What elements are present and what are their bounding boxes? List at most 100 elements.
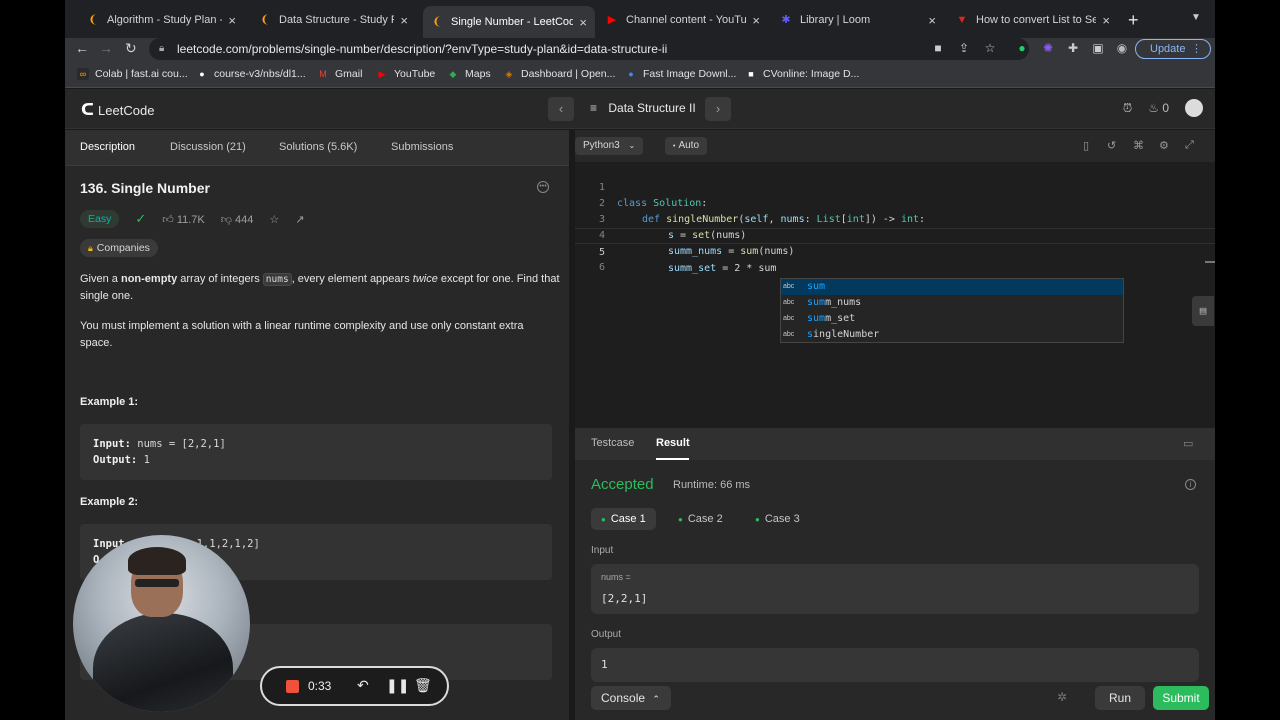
back-icon[interactable]: ← <box>75 40 89 56</box>
favorite-star-icon[interactable]: ☆ <box>269 213 279 226</box>
case-3-button[interactable]: ● Case 3 <box>745 508 810 530</box>
tab-loom-library[interactable]: ✱ Library | Loom × <box>772 6 944 34</box>
close-icon[interactable]: × <box>928 13 936 28</box>
like-button[interactable]: 👍︎ 11.7K <box>162 213 205 226</box>
list-icon: ≡ <box>590 101 598 115</box>
grammarly-icon[interactable]: ● <box>1015 41 1029 55</box>
leetcode-logo[interactable]: ᑕ LeetCode <box>81 100 154 120</box>
tab-algorithm-study-plan[interactable]: ❨ Algorithm - Study Plan - Le × <box>79 6 244 34</box>
forward-icon[interactable]: → <box>99 40 113 56</box>
next-problem-button[interactable]: › <box>705 97 731 121</box>
alarm-clock-icon[interactable]: ⏰︎ <box>1123 101 1132 116</box>
nav-right: ⏰︎ ♨︎ 0 <box>1123 99 1203 117</box>
shortcuts-icon[interactable]: ⌘ <box>1133 139 1144 152</box>
fullscreen-icon[interactable]: ⤢ <box>1185 139 1194 152</box>
gear-icon[interactable]: ⚙ <box>1159 139 1169 152</box>
bookmark-gmail[interactable]: M Gmail <box>317 68 362 80</box>
bookmark-icon[interactable]: ▯ <box>1083 139 1089 152</box>
case-1-button[interactable]: ● Case 1 <box>591 508 656 530</box>
example-1-title: Example 1: <box>80 396 139 408</box>
leetcode-navbar: ᑕ LeetCode ‹ ≡ Data Structure II › ⏰︎ ♨︎… <box>65 89 1215 129</box>
stop-recording-button[interactable] <box>286 680 299 693</box>
dislike-button[interactable]: 👎︎ 444 <box>221 213 254 226</box>
more-options-icon[interactable]: ••• <box>537 181 549 193</box>
close-icon[interactable]: × <box>1102 13 1110 28</box>
run-button[interactable]: Run <box>1095 686 1145 710</box>
undo-icon[interactable]: ↶ <box>357 677 369 694</box>
study-plan-title[interactable]: ≡ Data Structure II <box>590 101 696 115</box>
bookmark-fast-image-download[interactable]: ● Fast Image Downl... <box>625 68 736 80</box>
scrollbar-marker[interactable] <box>1205 261 1215 263</box>
autocomplete-item[interactable]: abc summ_nums <box>781 295 1123 311</box>
address-bar[interactable]: 🔒︎ leetcode.com/problems/single-number/d… <box>149 38 1029 60</box>
language-select[interactable]: Python3 ⌄ <box>575 137 644 155</box>
pause-icon[interactable]: ❚❚ <box>386 677 409 694</box>
submit-button[interactable]: Submit <box>1153 686 1209 710</box>
tab-testcase[interactable]: Testcase <box>591 437 634 449</box>
avatar[interactable] <box>1185 99 1203 117</box>
bookmark-colab[interactable]: ∞ Colab | fast.ai cou... <box>77 68 188 80</box>
thumbs-up-icon: 👍︎ <box>162 213 174 226</box>
tab-solutions[interactable]: Solutions (5.6K) <box>279 141 357 153</box>
bookmark-maps[interactable]: ◆ Maps <box>447 68 491 80</box>
bookmark-youtube[interactable]: ▶ YouTube <box>376 68 436 80</box>
document-icon[interactable]: ▤ <box>1192 296 1214 326</box>
camera-blocked-icon[interactable]: ■ <box>931 41 945 55</box>
share-icon[interactable]: ⇪ <box>957 41 971 55</box>
tab-result[interactable]: Result <box>656 437 690 449</box>
close-icon[interactable]: × <box>752 13 760 28</box>
close-icon[interactable]: × <box>228 13 236 28</box>
side-panel-icon[interactable]: ▣ <box>1091 41 1105 55</box>
update-button[interactable]: Update ⋮ <box>1135 39 1211 59</box>
youtube-icon: ▶ <box>378 69 386 79</box>
kebab-menu-icon[interactable]: ⋮ <box>1191 40 1202 58</box>
bookmark-cvonline[interactable]: ■ CVonline: Image D... <box>745 68 859 80</box>
reset-icon[interactable]: ↺ <box>1107 139 1116 152</box>
trash-icon[interactable]: 🗑︎ <box>414 677 432 694</box>
share-icon[interactable]: ↗ <box>295 213 304 226</box>
webcam-bubble[interactable] <box>73 535 250 712</box>
solved-check-icon: ✓ <box>135 211 147 226</box>
profile-avatar[interactable]: ◉ <box>1115 41 1129 55</box>
debug-bug-icon[interactable]: ✲ <box>1057 690 1067 704</box>
autocomplete-item[interactable]: abc singleNumber <box>781 327 1123 343</box>
thumbs-down-icon: 👎︎ <box>220 213 232 226</box>
case-2-button[interactable]: ● Case 2 <box>668 508 733 530</box>
tab-youtube-channel[interactable]: ▶ Channel content - YouTube × <box>598 6 768 34</box>
input-var-name: nums = <box>601 572 631 582</box>
collapse-panel-icon[interactable]: ▭ <box>1183 437 1193 450</box>
streak-counter[interactable]: ♨︎ 0 <box>1148 101 1169 115</box>
browser-toolbar: ← → ↻ 🔒︎ leetcode.com/problems/single-nu… <box>65 38 1215 62</box>
tab-single-number[interactable]: ❨ Single Number - LeetCode × <box>423 6 595 38</box>
close-icon[interactable]: × <box>579 15 587 30</box>
example-2-title: Example 2: <box>80 496 139 508</box>
chevron-up-icon: ⌃ <box>652 694 660 704</box>
tab-description[interactable]: Description <box>80 141 135 153</box>
autocomplete-item[interactable]: abc summ_set <box>781 311 1123 327</box>
autocomplete-item[interactable]: abc sum <box>781 279 1123 295</box>
companies-tag[interactable]: 🔒︎ Companies <box>80 239 158 257</box>
console-button[interactable]: Console ⌃ <box>591 686 671 710</box>
code-line: 3 s = set(nums) <box>598 214 747 241</box>
problem-tabs: Description Discussion (21) Solutions (5… <box>65 130 569 166</box>
tab-discussion[interactable]: Discussion (21) <box>170 141 246 153</box>
new-tab-icon[interactable]: + <box>1128 10 1139 31</box>
mode-select[interactable]: • Auto <box>665 137 708 155</box>
loom-extension-icon[interactable]: ✺ <box>1041 41 1055 55</box>
bookmark-course-v3[interactable]: ● course-v3/nbs/dl1... <box>196 68 305 80</box>
prev-problem-button[interactable]: ‹ <box>548 97 574 121</box>
bookmark-dashboard-open[interactable]: ◈ Dashboard | Open... <box>503 68 616 80</box>
input-label: Input <box>591 545 614 556</box>
info-icon[interactable]: i <box>1185 479 1196 490</box>
extensions-icon[interactable]: ✚ <box>1066 41 1080 55</box>
bookmark-star-icon[interactable]: ☆ <box>983 41 997 55</box>
close-icon[interactable]: × <box>400 13 408 28</box>
tab-convert-list-to-set[interactable]: ▼ How to convert List to Set × <box>948 6 1118 34</box>
reload-icon[interactable]: ↻ <box>125 40 137 57</box>
tab-submissions[interactable]: Submissions <box>391 141 453 153</box>
code-editor[interactable]: 1 class Solution: 2 def singleNumber(sel… <box>575 164 1215 424</box>
chevron-down-icon: ⌄ <box>628 141 636 150</box>
bookmarks-bar: ∞ Colab | fast.ai cou... ● course-v3/nbs/d… <box>65 62 1215 88</box>
tab-data-structure-study-plan[interactable]: ❨ Data Structure - Study Plan × <box>251 6 416 34</box>
chevron-down-icon[interactable]: ▼ <box>1191 12 1201 23</box>
